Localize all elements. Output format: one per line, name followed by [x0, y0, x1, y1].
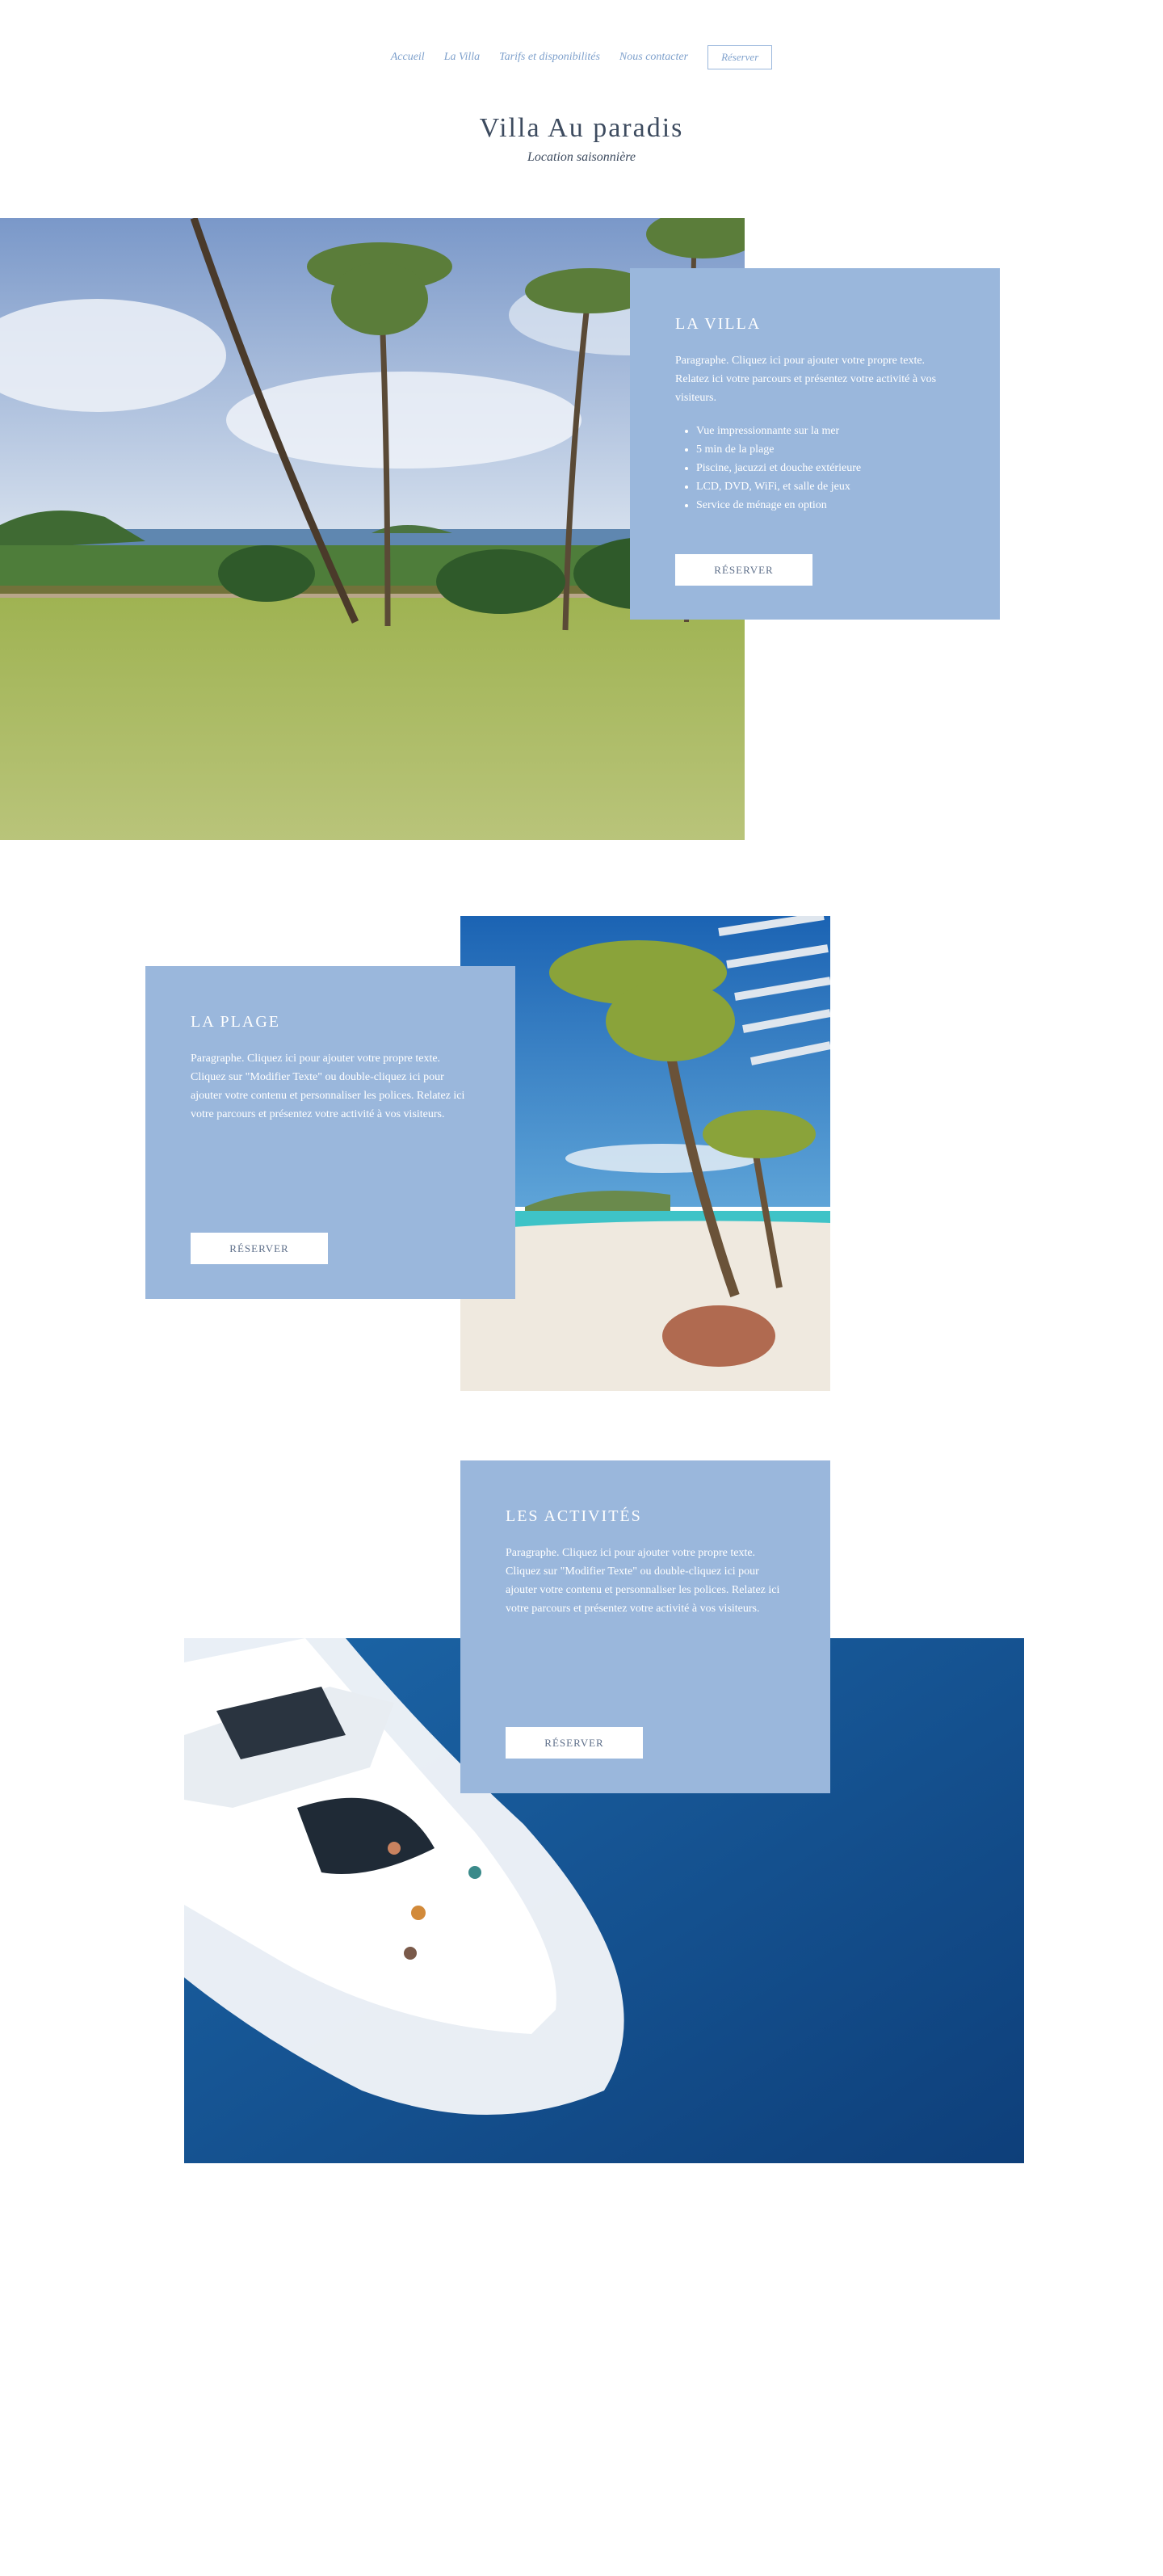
villa-paragraph: Paragraphe. Cliquez ici pour ajouter vot… — [675, 355, 937, 404]
nav-item-la-villa[interactable]: La Villa — [444, 51, 480, 64]
list-item: Piscine, jacuzzi et douche extérieure — [696, 459, 955, 477]
plage-photo — [460, 916, 830, 1391]
nav-item-accueil[interactable]: Accueil — [391, 51, 425, 64]
nav-reserve-button[interactable]: Réserver — [707, 45, 773, 69]
activites-card: LES ACTIVITÉS Paragraphe. Cliquez ici po… — [460, 1460, 830, 1793]
plage-card: LA PLAGE Paragraphe. Cliquez ici pour aj… — [145, 966, 515, 1299]
site-title: Villa Au paradis — [479, 113, 684, 143]
villa-features-list: Vue impressionnante sur la mer 5 min de … — [675, 422, 955, 515]
plage-reserve-button[interactable]: RÉSERVER — [191, 1233, 328, 1264]
site-subtitle: Location saisonnière — [527, 150, 636, 164]
activites-paragraph: Paragraphe. Cliquez ici pour ajouter vot… — [506, 1547, 780, 1615]
nav-item-contact[interactable]: Nous contacter — [619, 51, 688, 64]
beach-palm-image — [460, 916, 830, 1391]
villa-card: LA VILLA Paragraphe. Cliquez ici pour aj… — [630, 268, 1000, 620]
list-item: Service de ménage en option — [696, 496, 955, 515]
plage-paragraph: Paragraphe. Cliquez ici pour ajouter vot… — [191, 1053, 465, 1120]
nav-item-tarifs[interactable]: Tarifs et disponibilités — [499, 51, 600, 64]
villa-reserve-button[interactable]: RÉSERVER — [675, 554, 812, 586]
villa-title: LA VILLA — [675, 315, 762, 333]
list-item: 5 min de la plage — [696, 440, 955, 459]
activites-reserve-button[interactable]: RÉSERVER — [506, 1727, 643, 1759]
list-item: LCD, DVD, WiFi, et salle de jeux — [696, 477, 955, 496]
plage-title: LA PLAGE — [191, 1013, 280, 1031]
top-nav: Accueil La Villa Tarifs et disponibilité… — [0, 45, 1163, 69]
list-item: Vue impressionnante sur la mer — [696, 422, 955, 440]
activites-title: LES ACTIVITÉS — [506, 1507, 642, 1525]
